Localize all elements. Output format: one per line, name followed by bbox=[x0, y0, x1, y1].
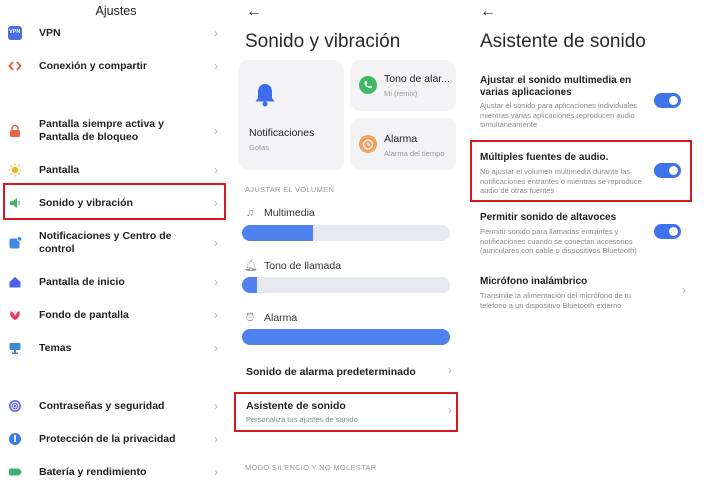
notification-icon bbox=[8, 236, 23, 250]
settings-item-label: Pantalla bbox=[39, 163, 80, 176]
option-description: Permitir sonido para llamadas entrantes … bbox=[480, 227, 637, 255]
phone-icon bbox=[359, 76, 377, 94]
lock-icon bbox=[8, 124, 22, 138]
privacy-icon bbox=[8, 432, 22, 446]
music-note-icon: ♫ bbox=[245, 207, 255, 219]
brightness-icon bbox=[8, 163, 22, 177]
alarm-volume-slider[interactable] bbox=[242, 329, 450, 345]
chevron-right-icon: › bbox=[214, 163, 218, 177]
row-title: Sonido de alarma predeterminado bbox=[246, 366, 416, 378]
settings-item-privacidad[interactable]: Protección de la privacidad › bbox=[8, 432, 228, 446]
back-arrow-icon[interactable]: ← bbox=[480, 3, 496, 21]
chevron-right-icon: › bbox=[682, 283, 686, 297]
alarma-card[interactable]: Alarma Alarma del tiempo bbox=[350, 118, 456, 170]
settings-item-label: Temas bbox=[39, 341, 72, 354]
wallpaper-flower-icon bbox=[8, 308, 22, 322]
ajustes-panel: Ajustes VPN VPN › Conexión y compartir ›… bbox=[0, 0, 232, 494]
option-title: Ajustar el sonido multimedia en varias a… bbox=[480, 75, 632, 98]
ringtone-volume-slider[interactable] bbox=[242, 277, 450, 293]
slider-fill bbox=[242, 277, 257, 293]
settings-item-label: Fondo de pantalla bbox=[39, 308, 129, 321]
settings-item-label: Conexión y compartir bbox=[39, 59, 147, 72]
page-title: Sonido y vibración bbox=[245, 31, 401, 52]
highlight-box bbox=[234, 392, 458, 432]
chevron-right-icon: › bbox=[214, 341, 218, 355]
option-description: Ajustar el sonido para aplicaciones indi… bbox=[480, 101, 638, 129]
option-description: Transmite la alimentación del micrófono … bbox=[480, 291, 632, 310]
battery-icon bbox=[8, 465, 22, 479]
volume-label: ⏰︎ Alarma bbox=[245, 312, 298, 324]
chevron-right-icon: › bbox=[214, 59, 218, 73]
settings-item-temas[interactable]: Temas › bbox=[8, 341, 228, 355]
chevron-right-icon: › bbox=[214, 465, 218, 479]
volume-label: ♫ Multimedia bbox=[245, 207, 315, 219]
card-subtitle: Gotas bbox=[249, 143, 270, 152]
settings-item-label: Protección de la privacidad bbox=[39, 432, 176, 445]
bell-small-icon: 🔔︎ bbox=[244, 260, 258, 272]
settings-item-vpn[interactable]: VPN VPN › bbox=[8, 26, 228, 40]
bell-icon bbox=[255, 84, 275, 107]
notificaciones-card[interactable]: Notificaciones Gotas bbox=[238, 60, 344, 170]
chevron-right-icon: › bbox=[214, 26, 218, 40]
settings-item-label: VPN bbox=[39, 26, 61, 39]
alarm-clock-icon bbox=[359, 135, 377, 153]
section-label: MODO SILENCIO Y NO MOLESTAR bbox=[245, 463, 377, 472]
slider-fill bbox=[242, 225, 313, 241]
chevron-right-icon: › bbox=[214, 399, 218, 413]
card-subtitle: Mi (remix) bbox=[384, 89, 418, 98]
page-title: Asistente de sonido bbox=[480, 31, 646, 52]
chevron-right-icon: › bbox=[214, 236, 218, 250]
settings-item-seguridad[interactable]: Contraseñas y seguridad › bbox=[8, 399, 228, 413]
sonido-panel: ← Sonido y vibración Notificaciones Gota… bbox=[232, 0, 468, 494]
chevron-right-icon: › bbox=[214, 275, 218, 289]
card-title: Alarma bbox=[384, 133, 418, 145]
settings-item-label: Notificaciones y Centro de control bbox=[39, 230, 172, 255]
vpn-icon: VPN bbox=[8, 26, 22, 40]
settings-item-lockscreen[interactable]: Pantalla siempre activa y Pantalla de bl… bbox=[8, 118, 228, 144]
settings-item-bateria[interactable]: Batería y rendimiento › bbox=[8, 465, 228, 479]
alarm-small-icon: ⏰︎ bbox=[245, 312, 255, 324]
option-title: Micrófono inalámbrico bbox=[480, 276, 588, 287]
asistente-panel: ← Asistente de sonido Ajustar el sonido … bbox=[468, 0, 706, 494]
home-icon bbox=[8, 275, 22, 289]
chevron-right-icon: › bbox=[214, 124, 218, 138]
card-title: Tono de alar... bbox=[384, 73, 450, 85]
tono-card[interactable]: Tono de alar... Mi (remix) bbox=[350, 60, 456, 111]
card-subtitle: Alarma del tiempo bbox=[384, 149, 445, 158]
settings-item-label: Pantalla siempre activa y Pantalla de bl… bbox=[39, 118, 164, 143]
speaker-sound-toggle[interactable] bbox=[654, 224, 681, 239]
share-connection-icon bbox=[8, 59, 22, 73]
settings-item-conexion[interactable]: Conexión y compartir › bbox=[8, 59, 228, 73]
multimedia-volume-slider[interactable] bbox=[242, 225, 450, 241]
settings-item-inicio[interactable]: Pantalla de inicio › bbox=[8, 275, 228, 289]
settings-item-label: Pantalla de inicio bbox=[39, 275, 125, 288]
slider-fill bbox=[242, 329, 450, 345]
volume-label: 🔔︎ Tono de llamada bbox=[244, 260, 342, 272]
highlight-box bbox=[3, 183, 226, 220]
chevron-right-icon: › bbox=[448, 363, 452, 377]
settings-item-pantalla[interactable]: Pantalla › bbox=[8, 163, 228, 177]
settings-item-fondo[interactable]: Fondo de pantalla › bbox=[8, 308, 228, 322]
fingerprint-icon bbox=[8, 399, 22, 413]
settings-item-notificaciones[interactable]: Notificaciones y Centro de control › bbox=[8, 230, 228, 256]
card-title: Notificaciones bbox=[249, 127, 315, 139]
page-title: Ajustes bbox=[95, 4, 137, 18]
section-label: AJUSTAR EL VOLUMEN bbox=[245, 185, 335, 194]
settings-item-label: Contraseñas y seguridad bbox=[39, 399, 165, 412]
highlight-box bbox=[470, 140, 692, 202]
settings-item-label: Batería y rendimiento bbox=[39, 465, 147, 478]
themes-icon bbox=[8, 341, 22, 355]
multimedia-apps-toggle[interactable] bbox=[654, 93, 681, 108]
back-arrow-icon[interactable]: ← bbox=[246, 3, 262, 21]
option-title: Permitir sonido de altavoces bbox=[480, 212, 617, 223]
chevron-right-icon: › bbox=[214, 432, 218, 446]
chevron-right-icon: › bbox=[214, 308, 218, 322]
